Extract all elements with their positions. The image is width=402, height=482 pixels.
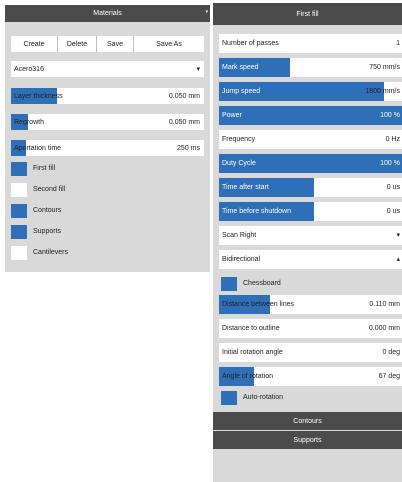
materials-title: Materials [93, 10, 122, 17]
aportation-time-row[interactable]: Aportation time 250 ms [11, 140, 204, 156]
auto-rotation-checkbox[interactable] [221, 390, 237, 405]
contours-toggle[interactable]: Contours [11, 202, 204, 219]
distance-between-lines-label: Distance between lines [222, 301, 294, 308]
power-value[interactable]: 100 % [380, 106, 400, 125]
time-after-start-row[interactable]: Time after start 0 us [219, 178, 402, 197]
first-fill-header[interactable]: First fill [213, 3, 402, 25]
chessboard-checkbox[interactable] [221, 276, 237, 291]
first-fill-title: First fill [296, 10, 319, 18]
regrowth-row[interactable]: Regrowth 0.050 mm [11, 114, 204, 130]
mark-speed-value[interactable]: 750 mm/s [369, 58, 400, 77]
duty-cycle-label: Duty Cycle [222, 160, 256, 167]
first-fill-checkbox[interactable] [11, 161, 27, 176]
distance-to-outline-row[interactable]: Distance to outline 0.000 mm [219, 319, 402, 338]
chevron-up-icon: ▴ [396, 256, 400, 263]
distance-to-outline-value[interactable]: 0.000 mm [369, 319, 400, 338]
materials-panel: Materials ▾ Create Delete Save Save As A… [5, 5, 210, 272]
mark-speed-label: Mark speed [222, 64, 259, 71]
supports-label: Supports [33, 228, 62, 235]
frequency-label: Frequency [222, 136, 256, 143]
initial-rotation-angle-value[interactable]: 0 deg [382, 343, 400, 362]
power-row[interactable]: Power 100 % [219, 106, 402, 125]
angle-of-rotation-value[interactable]: 67 deg [379, 367, 400, 386]
chessboard-label: Chessboard [243, 280, 281, 287]
create-button[interactable]: Create [11, 36, 58, 52]
layer-thickness-label: Layer thickness [14, 92, 63, 100]
second-fill-label: Second fill [33, 186, 66, 193]
scan-direction-select[interactable]: Scan Right ▾ [219, 226, 402, 245]
duty-cycle-row[interactable]: Duty Cycle 100 % [219, 154, 402, 173]
power-label: Power [222, 112, 242, 119]
cantilevers-toggle[interactable]: Cantilevers [11, 244, 204, 261]
jump-speed-label: Jump speed [222, 88, 261, 95]
section-contours[interactable]: Contours [213, 412, 402, 430]
collapse-arrow-icon[interactable]: ▾ [205, 9, 208, 15]
time-after-start-label: Time after start [222, 184, 269, 191]
first-fill-toggle[interactable]: First fill [11, 160, 204, 177]
auto-rotation-label: Auto-rotation [243, 394, 284, 401]
save-as-button[interactable]: Save As [134, 36, 204, 52]
first-fill-panel: First fill Number of passes 1 Mark speed 75… [213, 3, 402, 482]
supports-checkbox[interactable] [11, 224, 27, 239]
contours-checkbox[interactable] [11, 203, 27, 218]
scan-direction-value: Scan Right [222, 232, 257, 239]
cantilevers-checkbox[interactable] [11, 245, 27, 260]
time-before-shutdown-row[interactable]: Time before shutdown 0 us [219, 202, 402, 221]
jump-speed-value[interactable]: 1800 mm/s [365, 82, 400, 101]
aportation-time-value[interactable]: 250 ms [177, 140, 200, 156]
chevron-down-icon: ▾ [196, 66, 200, 73]
first-fill-label: First fill [33, 165, 56, 172]
frequency-row[interactable]: Frequency 0 Hz [219, 130, 402, 149]
save-button[interactable]: Save [97, 36, 134, 52]
distance-between-lines-row[interactable]: Distance between lines 0.110 mm [219, 295, 402, 314]
regrowth-label: Regrowth [14, 118, 44, 126]
number-of-passes-value[interactable]: 1 [396, 34, 400, 53]
supports-toggle[interactable]: Supports [11, 223, 204, 240]
scan-mode-select[interactable]: Bidirectional ▴ [219, 250, 402, 269]
regrowth-value[interactable]: 0.050 mm [169, 114, 200, 130]
time-before-shutdown-value[interactable]: 0 us [387, 202, 400, 221]
layer-thickness-value[interactable]: 0.050 mm [169, 88, 200, 104]
time-after-start-value[interactable]: 0 us [387, 178, 400, 197]
mark-speed-row[interactable]: Mark speed 750 mm/s [219, 58, 402, 77]
second-fill-toggle[interactable]: Second fill [11, 181, 204, 198]
initial-rotation-angle-label: Initial rotation angle [222, 349, 283, 356]
initial-rotation-angle-row[interactable]: Initial rotation angle 0 deg [219, 343, 402, 362]
angle-of-rotation-row[interactable]: Angle of rotation 67 deg [219, 367, 402, 386]
duty-cycle-value[interactable]: 100 % [380, 154, 400, 173]
distance-to-outline-label: Distance to outline [222, 325, 280, 332]
aportation-time-label: Aportation time [14, 144, 62, 152]
layer-thickness-row[interactable]: Layer thickness 0.050 mm [11, 88, 204, 104]
frequency-value[interactable]: 0 Hz [386, 130, 400, 149]
distance-between-lines-value[interactable]: 0.110 mm [369, 295, 400, 314]
time-before-shutdown-label: Time before shutdown [222, 208, 291, 215]
material-select[interactable]: Acero316 ▾ [11, 61, 204, 77]
section-supports[interactable]: Supports [213, 431, 402, 449]
auto-rotation-toggle[interactable]: Auto-rotation [221, 388, 402, 407]
scan-mode-value: Bidirectional [222, 256, 261, 263]
chessboard-toggle[interactable]: Chessboard [221, 274, 402, 293]
chevron-down-icon: ▾ [396, 232, 400, 239]
cantilevers-label: Cantilevers [33, 249, 69, 256]
material-actions-toolbar: Create Delete Save Save As [11, 36, 204, 52]
number-of-passes-row[interactable]: Number of passes 1 [219, 34, 402, 53]
delete-button[interactable]: Delete [58, 36, 97, 52]
jump-speed-row[interactable]: Jump speed 1800 mm/s [219, 82, 402, 101]
number-of-passes-label: Number of passes [222, 40, 279, 47]
second-fill-checkbox[interactable] [11, 182, 27, 197]
contours-label: Contours [33, 207, 62, 214]
material-select-value: Acero316 [14, 65, 44, 73]
materials-header[interactable]: Materials ▾ [5, 5, 210, 22]
angle-of-rotation-label: Angle of rotation [222, 373, 273, 380]
